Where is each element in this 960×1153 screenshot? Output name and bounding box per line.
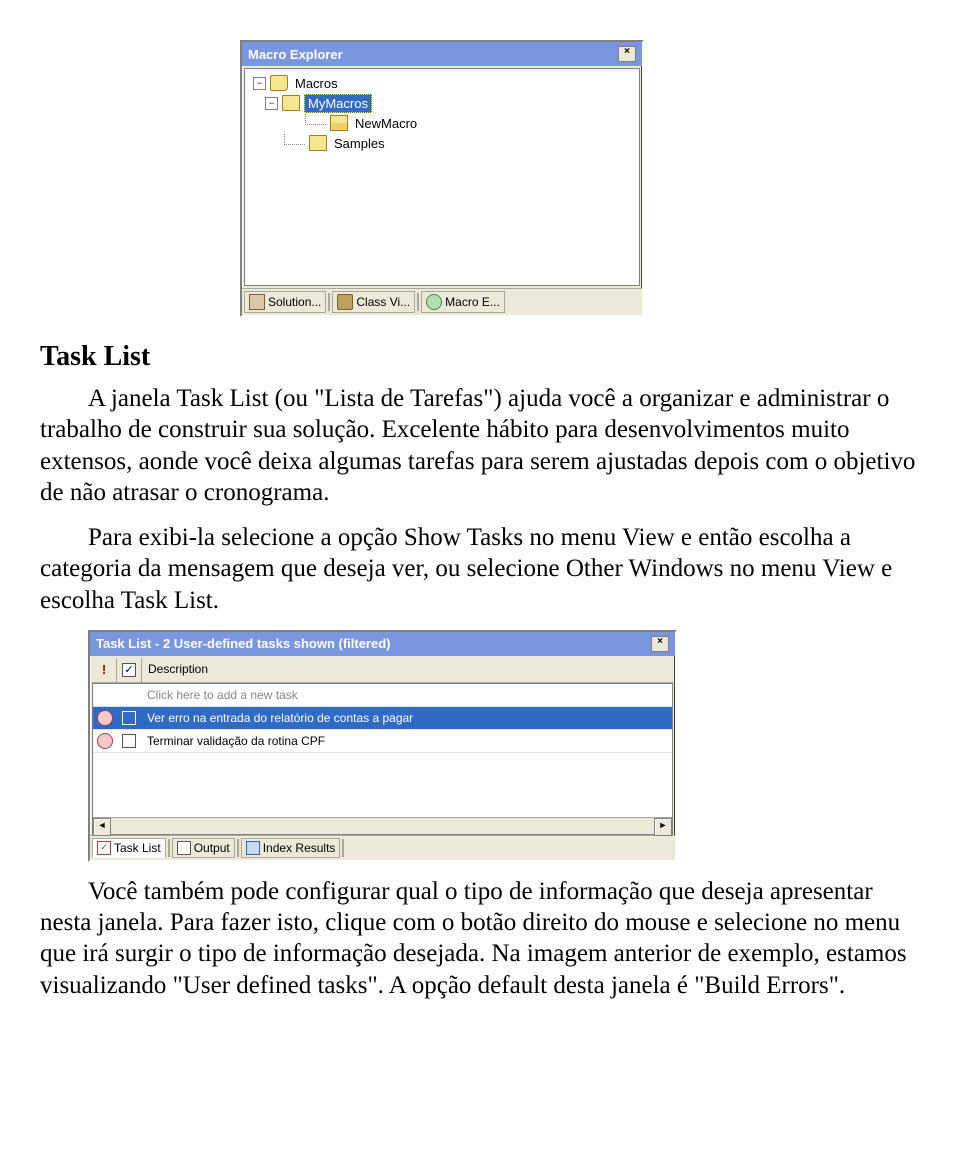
collapse-icon[interactable]: − [253, 77, 266, 90]
task-list-window: Task List - 2 User-defined tasks shown (… [88, 630, 677, 862]
tab-task-list[interactable]: ✓ Task List [92, 838, 166, 858]
tab-separator [417, 293, 419, 311]
tab-separator [328, 293, 330, 311]
macro-explorer-bottom-tabs: Solution... Class Vi... Macro E... [242, 288, 642, 315]
task-add-row[interactable]: Click here to add a new task [93, 684, 672, 707]
task-description: Terminar validação da rotina CPF [141, 730, 672, 752]
macro-explorer-title: Macro Explorer [248, 47, 343, 62]
tab-class-view[interactable]: Class Vi... [332, 291, 415, 313]
col-checkbox[interactable] [117, 658, 142, 682]
tab-index-results[interactable]: Index Results [241, 838, 341, 858]
body-paragraph: Para exibi-la selecione a opção Show Tas… [40, 522, 920, 616]
checkbox-icon[interactable] [122, 734, 136, 748]
task-row[interactable]: Terminar validação da rotina CPF [93, 730, 672, 753]
tree-label: MyMacros [304, 94, 372, 113]
task-row[interactable]: Ver erro na entrada do relatório de cont… [93, 707, 672, 730]
priority-icon [97, 733, 113, 749]
body-paragraph: A janela Task List (ou "Lista de Tarefas… [40, 383, 920, 508]
col-description[interactable]: Description [142, 658, 673, 682]
tab-label: Output [194, 841, 230, 855]
task-list-title: Task List - 2 User-defined tasks shown (… [96, 636, 391, 651]
tree-item-macros[interactable]: − Macros [247, 73, 637, 93]
macro-explorer-titlebar[interactable]: Macro Explorer × [242, 42, 642, 66]
scroll-left-icon[interactable]: ◄ [93, 818, 111, 836]
solution-icon [249, 294, 265, 310]
macros-icon [270, 75, 288, 91]
tab-separator [237, 839, 239, 857]
checkbox-icon[interactable] [122, 711, 136, 725]
macro-icon [426, 294, 442, 310]
macro-explorer-window: Macro Explorer × − Macros − MyMacros New… [240, 40, 644, 317]
task-list-icon: ✓ [97, 841, 111, 855]
tab-label: Macro E... [445, 295, 500, 309]
tab-label: Solution... [268, 295, 321, 309]
tree-connector [305, 114, 326, 125]
close-icon[interactable]: × [618, 46, 636, 62]
tab-separator [342, 839, 344, 857]
scroll-right-icon[interactable]: ► [654, 818, 672, 836]
tree-label: Macros [292, 75, 341, 92]
tree-connector [284, 134, 305, 145]
body-paragraph: Você também pode configurar qual o tipo … [40, 876, 920, 1001]
tree-item-mymacros[interactable]: − MyMacros [247, 93, 637, 113]
output-icon [177, 841, 191, 855]
tab-label: Class Vi... [356, 295, 410, 309]
tree-item-newmacro[interactable]: NewMacro [247, 113, 637, 133]
tab-solution[interactable]: Solution... [244, 291, 326, 313]
module-icon [330, 115, 348, 131]
tab-separator [168, 839, 170, 857]
check-icon [122, 663, 136, 677]
index-icon [246, 841, 260, 855]
task-list-body: Click here to add a new task Ver erro na… [92, 683, 673, 835]
col-priority[interactable]: ! [92, 658, 117, 682]
macro-tree: − Macros − MyMacros NewMacro Samples [244, 68, 640, 286]
collapse-icon[interactable]: − [265, 97, 278, 110]
task-placeholder: Click here to add a new task [141, 684, 672, 706]
tree-item-samples[interactable]: Samples [247, 133, 637, 153]
task-description: Ver erro na entrada do relatório de cont… [141, 707, 672, 729]
priority-icon [97, 710, 113, 726]
folder-icon [309, 135, 327, 151]
tab-output[interactable]: Output [172, 838, 235, 858]
tree-label: Samples [331, 135, 388, 152]
folder-icon [282, 95, 300, 111]
task-list-titlebar[interactable]: Task List - 2 User-defined tasks shown (… [90, 632, 675, 656]
tab-label: Index Results [263, 841, 336, 855]
tab-label: Task List [114, 841, 161, 855]
task-list-header: ! Description [92, 658, 673, 683]
close-icon[interactable]: × [651, 636, 669, 652]
section-heading: Task List [40, 341, 920, 373]
task-list-bottom-tabs: ✓ Task List Output Index Results [90, 835, 675, 860]
tab-macro-explorer[interactable]: Macro E... [421, 291, 505, 313]
horizontal-scrollbar[interactable]: ◄ ► [93, 817, 672, 834]
tree-label: NewMacro [352, 115, 420, 132]
class-view-icon [337, 294, 353, 310]
